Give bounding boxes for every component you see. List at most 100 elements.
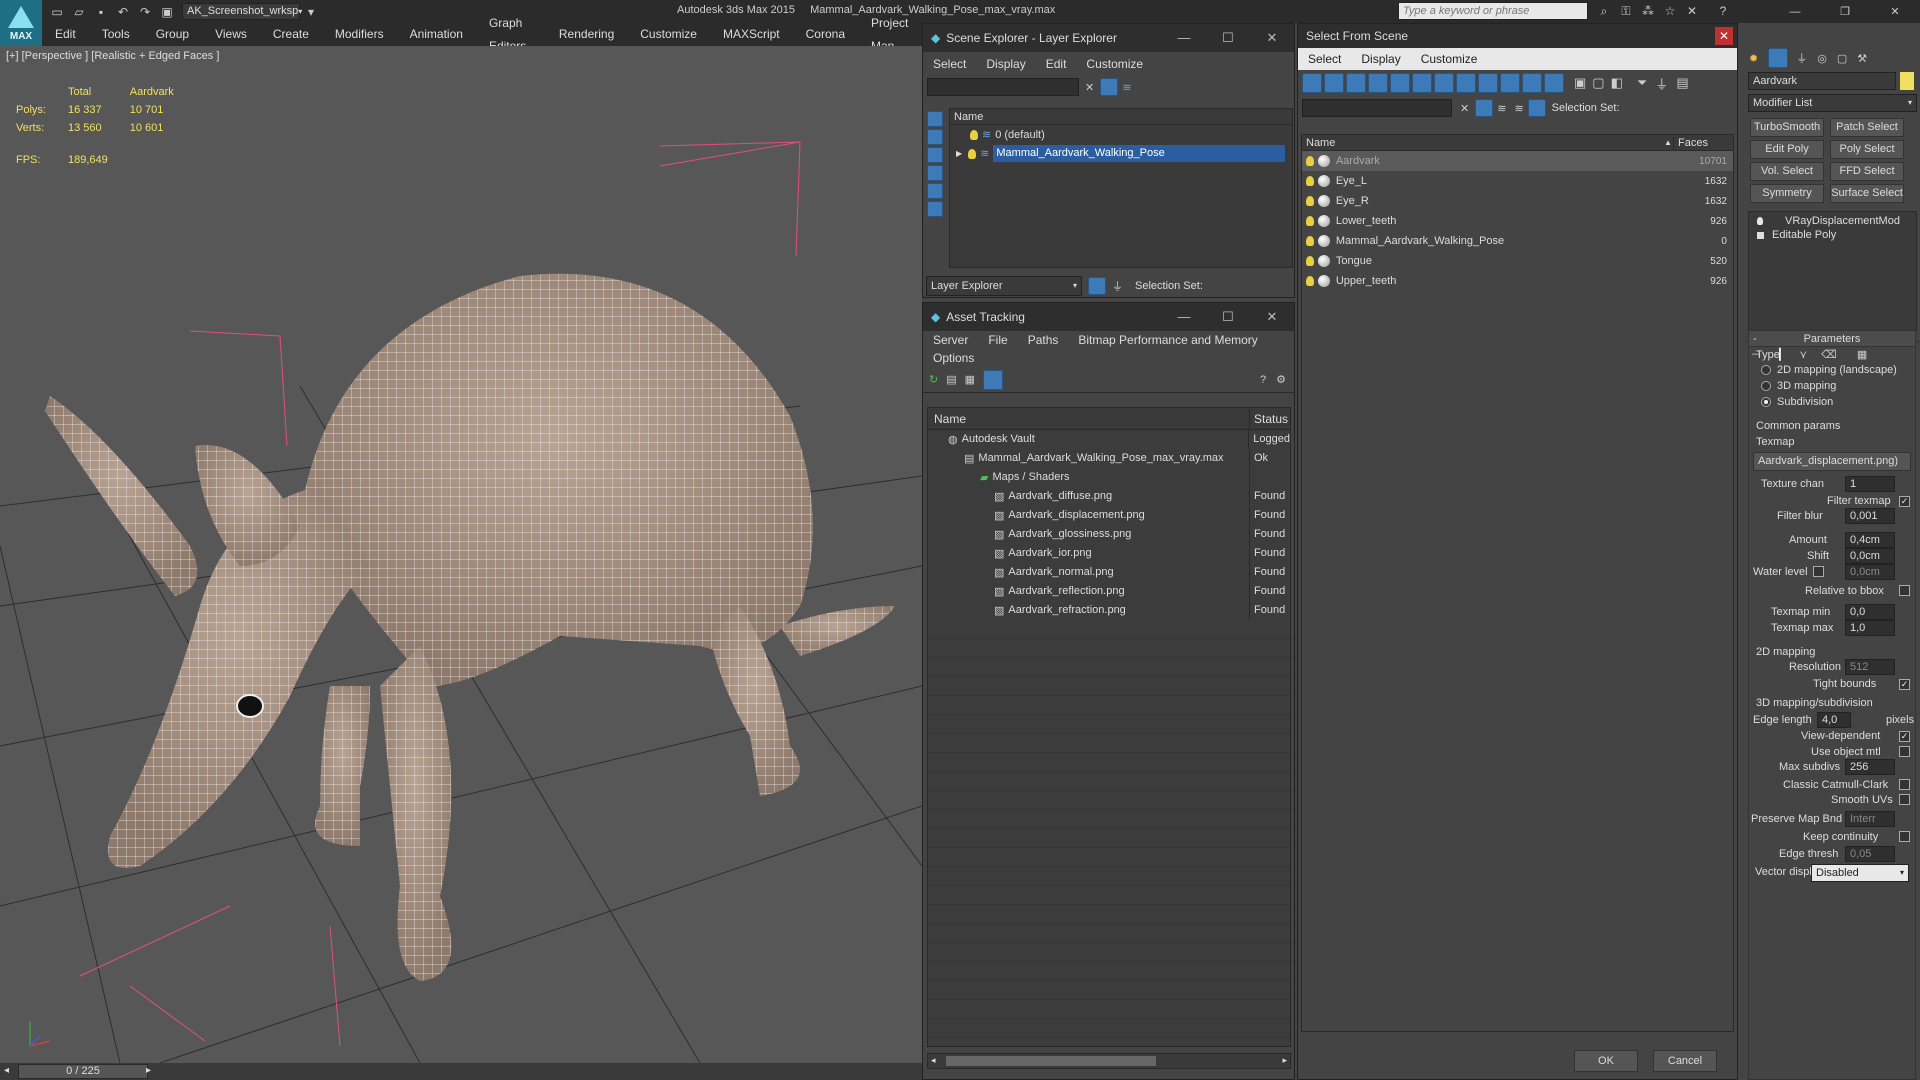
light-bulb-icon[interactable] — [1306, 196, 1314, 206]
sfs-col-name[interactable]: Name — [1302, 136, 1674, 149]
at-menu-bitmap[interactable]: Bitmap Performance and Memory — [1068, 333, 1267, 347]
use-object-mtl-checkbox[interactable] — [1899, 746, 1910, 760]
asset-tracking-titlebar[interactable]: ◆ Asset Tracking — ☐ ✕ — [923, 303, 1294, 331]
edge-thresh-spinner[interactable]: 0,05 — [1845, 846, 1895, 862]
columns-icon[interactable]: ▤ — [1676, 75, 1688, 91]
asset-row[interactable]: ◍ Autodesk Vault Logged — [928, 429, 1290, 449]
thumbnail-view-icon[interactable]: ▦ — [965, 373, 975, 386]
light-bulb-icon[interactable] — [968, 148, 977, 159]
turbosmooth-button[interactable]: TurboSmooth — [1750, 118, 1824, 137]
display-cameras-icon[interactable] — [927, 165, 943, 181]
display-hidden-icon[interactable] — [1544, 73, 1564, 93]
surface-select-button[interactable]: Surface Select — [1830, 184, 1904, 203]
water-level-spinner[interactable]: 0,0cm — [1845, 564, 1895, 580]
vol-select-button[interactable]: Vol. Select — [1750, 162, 1824, 181]
display-geometry-icon[interactable] — [1302, 73, 1322, 93]
object-row[interactable]: Mammal_Aardvark_Walking_Pose 0 — [1302, 231, 1733, 251]
asset-row[interactable]: ▧ Aardvark_normal.png Found — [928, 562, 1290, 582]
menu-views[interactable]: Views — [202, 23, 260, 46]
workspace-options-icon[interactable]: ▾ — [303, 4, 319, 20]
display-lights-icon[interactable] — [927, 147, 943, 163]
light-bulb-icon[interactable] — [970, 129, 978, 140]
star-icon[interactable]: ☆ — [1662, 3, 1678, 19]
new-file-icon[interactable]: ▭ — [49, 4, 65, 20]
object-row[interactable]: Eye_L 1632 — [1302, 171, 1733, 191]
display-xrefs-icon[interactable] — [1456, 73, 1476, 93]
time-slider-thumb[interactable]: 0 / 225 — [18, 1064, 148, 1079]
menu-animation[interactable]: Animation — [397, 23, 476, 46]
maximize-icon[interactable]: ☐ — [1206, 30, 1250, 46]
object-row-selected[interactable]: Aardvark 10701 — [1302, 151, 1733, 171]
asset-row[interactable]: ▧ Aardvark_diffuse.png Found — [928, 486, 1290, 506]
light-bulb-icon[interactable] — [1306, 176, 1314, 186]
display-tab-icon[interactable]: ▢ — [1837, 52, 1847, 65]
texture-chan-spinner[interactable]: 1 — [1845, 476, 1895, 492]
type-radio-3d[interactable]: 3D mapping — [1761, 380, 1836, 392]
at-menu-file[interactable]: File — [978, 333, 1017, 347]
list-view-icon[interactable]: ▤ — [946, 373, 956, 386]
time-slider[interactable]: ◂ 0 / 225 ▸ — [0, 1063, 922, 1080]
filter-texmap-checkbox[interactable]: ✓ — [1899, 495, 1910, 507]
close-icon[interactable]: ✕ — [1715, 27, 1733, 45]
se-menu-edit[interactable]: Edit — [1036, 57, 1077, 71]
network-icon[interactable]: ⁂ — [1640, 3, 1656, 19]
at-horizontal-scrollbar[interactable]: ◂ ▸ — [927, 1053, 1291, 1069]
display-helpers-icon[interactable] — [927, 183, 943, 199]
workspace-dropdown[interactable]: AK_Screenshot_wrksp ▾ — [182, 3, 302, 20]
minimize-icon[interactable]: — — [1162, 309, 1206, 325]
menu-maxscript[interactable]: MAXScript — [710, 23, 793, 46]
object-name-input[interactable]: Aardvark — [1748, 72, 1896, 90]
close-icon[interactable]: ✕ — [1870, 5, 1920, 18]
minimize-icon[interactable]: — — [1770, 6, 1820, 18]
menu-tools[interactable]: Tools — [89, 23, 143, 46]
layer-col-name[interactable]: Name — [954, 111, 983, 123]
stack-item[interactable]: VRayDisplacementMod — [1749, 214, 1916, 228]
select-invert-icon[interactable]: ◧ — [1611, 75, 1623, 91]
display-groups-icon[interactable] — [1434, 73, 1454, 93]
sfs-col-faces[interactable]: Faces — [1674, 137, 1708, 149]
se-menu-customize[interactable]: Customize — [1076, 57, 1153, 71]
light-bulb-icon[interactable] — [1757, 217, 1763, 225]
modifier-list-dropdown[interactable]: Modifier List ▾ — [1748, 94, 1917, 112]
hierarchy-icon[interactable]: ⏚ — [1112, 278, 1123, 294]
key-icon[interactable]: ⚿ — [1618, 3, 1634, 19]
catmull-clark-checkbox[interactable] — [1899, 779, 1910, 793]
asset-row[interactable]: ▧ Aardvark_reflection.png Found — [928, 581, 1290, 601]
resolution-spinner[interactable]: 512 — [1845, 659, 1895, 675]
asset-row[interactable]: ▧ Aardvark_glossiness.png Found — [928, 524, 1290, 544]
close-icon[interactable]: ✕ — [1250, 30, 1294, 46]
maximize-icon[interactable]: ☐ — [1206, 309, 1250, 325]
help-icon[interactable]: ? — [1715, 3, 1731, 19]
display-helpers-icon[interactable] — [1390, 73, 1410, 93]
modify-tab-icon[interactable] — [1768, 48, 1789, 68]
type-radio-2d[interactable]: 2D mapping (landscape) — [1761, 364, 1897, 376]
sfs-ok-button[interactable]: OK — [1574, 1050, 1638, 1072]
save-icon[interactable]: ▪ — [93, 4, 109, 20]
filter-icon[interactable] — [1475, 99, 1494, 117]
perspective-viewport[interactable]: [+] [Perspective ] [Realistic + Edged Fa… — [0, 46, 922, 1063]
menu-corona[interactable]: Corona — [793, 23, 858, 46]
max-subdivs-spinner[interactable]: 256 — [1845, 759, 1895, 775]
scroll-right-icon[interactable]: ▸ — [1282, 1055, 1287, 1066]
object-row[interactable]: Lower_teeth 926 — [1302, 211, 1733, 231]
filter-icon[interactable]: ⏷ — [1637, 75, 1647, 91]
display-geometry-icon[interactable] — [927, 111, 943, 127]
scroll-left-icon[interactable]: ◂ — [931, 1055, 936, 1066]
layer-row[interactable]: ≋ 0 (default) — [950, 125, 1292, 144]
object-color-swatch[interactable] — [1900, 72, 1914, 90]
display-shapes-icon[interactable] — [1324, 73, 1344, 93]
filter-icon[interactable] — [1100, 78, 1119, 96]
create-tab-icon[interactable]: ✹ — [1749, 52, 1758, 65]
texmap-button[interactable]: Aardvark_displacement.png) — [1753, 452, 1911, 471]
preserve-map-dropdown[interactable]: Interr — [1845, 811, 1895, 827]
max-logo[interactable]: MAX — [0, 0, 42, 46]
object-row[interactable]: Tongue 520 — [1302, 251, 1733, 271]
expand-arrow-icon[interactable]: ▶ — [956, 149, 962, 158]
se-search-input[interactable] — [927, 78, 1079, 96]
refresh-icon[interactable]: ↻ — [929, 373, 938, 386]
light-bulb-icon[interactable] — [1306, 256, 1314, 266]
asset-row[interactable]: ▰ Maps / Shaders — [928, 467, 1290, 487]
at-menu-options[interactable]: Options — [923, 351, 984, 365]
filter-blur-spinner[interactable]: 0,001 — [1845, 508, 1895, 524]
select-none-icon[interactable]: ▢ — [1592, 75, 1604, 91]
